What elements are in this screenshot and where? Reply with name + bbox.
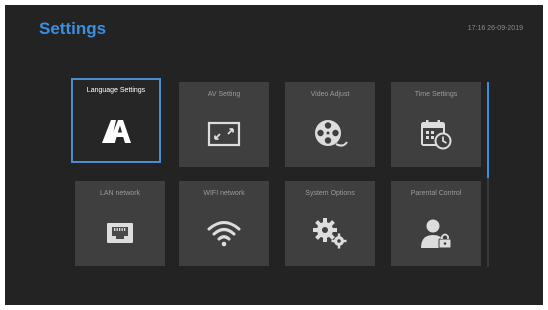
tile-label: Language Settings [86,87,146,94]
page-title: Settings [39,19,107,38]
av-screen-icon [206,116,242,152]
wifi-icon [206,215,242,251]
tile-time-settings[interactable]: Time Settings [391,82,481,167]
tile-video-adjust[interactable]: Video Adjust [285,82,375,167]
tile-av-setting[interactable]: AV Setting [179,82,269,167]
user-lock-icon [418,215,454,251]
tile-label: Video Adjust [310,91,350,98]
tile-label: AV Setting [207,91,241,98]
tile-lan-network[interactable]: LAN network [75,181,165,266]
tile-system-options[interactable]: System Options [285,181,375,266]
tile-wifi-network[interactable]: WIFI network [179,181,269,266]
settings-screen: Settings 17:16 26-09-2019 Language Setti… [5,5,543,305]
tile-label: Time Settings [414,91,458,98]
calendar-clock-icon [418,116,454,152]
scrollbar-thumb[interactable] [487,82,489,178]
scrollbar[interactable] [487,82,489,267]
tile-language-settings[interactable]: Language Settings [71,78,161,163]
ethernet-port-icon [102,215,138,251]
film-reel-icon [312,116,348,152]
tile-label: Parental Control [410,190,462,197]
language-icon [98,112,134,148]
datetime-display: 17:16 26-09-2019 [467,25,523,32]
gears-icon [312,215,348,251]
tile-parental-control[interactable]: Parental Control [391,181,481,266]
tile-label: WIFI network [203,190,245,197]
tile-label: LAN network [99,190,141,197]
tile-label: System Options [305,190,355,197]
